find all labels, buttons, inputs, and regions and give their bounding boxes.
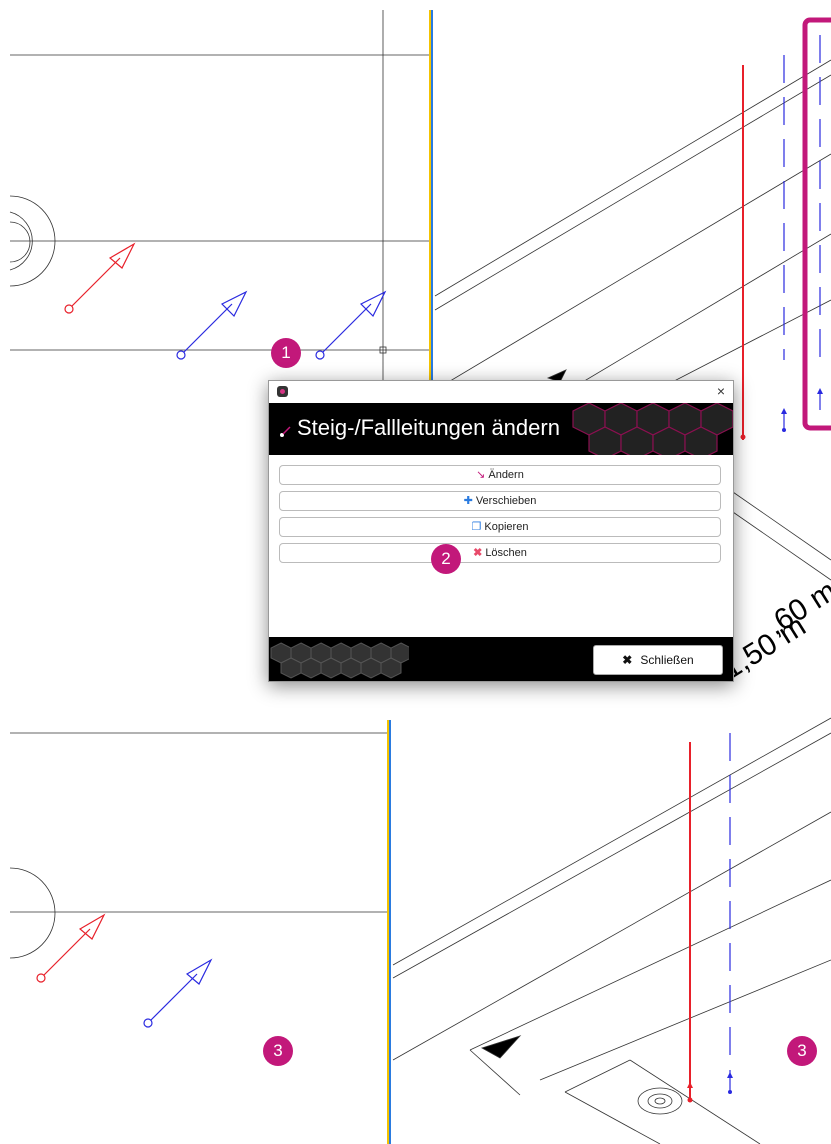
top-left-plan — [9, 10, 432, 380]
close-x-icon: ✖ — [622, 653, 633, 667]
close-button[interactable]: ✖ Schließen — [593, 645, 723, 675]
copy-button[interactable]: ❐ Kopieren — [279, 517, 721, 537]
red-pipe-symbol-bottom — [36, 913, 106, 983]
dialog-title: Steig-/Fallleitungen ändern — [297, 415, 560, 440]
move-button[interactable]: ✚ Verschieben — [279, 491, 721, 511]
callout-3-right: 3 — [787, 1036, 817, 1066]
change-button[interactable]: ↘ Ändern — [279, 465, 721, 485]
blue-pipe-symbol-top-1 — [176, 290, 248, 360]
dialog-titlebar: × — [269, 381, 733, 403]
move-button-label: Verschieben — [475, 495, 537, 507]
footer-hexagon-pattern — [270, 642, 409, 679]
selection-highlight-box — [802, 17, 831, 431]
red-pipe-symbol-top — [64, 242, 136, 314]
blue-pipe-symbol-top-2 — [315, 290, 387, 360]
riser-edit-dialog: × Steig-/Fallleitungen ändern ↘ Ändern ✚… — [268, 380, 734, 682]
blue-pipe-symbol-bottom — [143, 958, 213, 1028]
app-logo-icon — [277, 386, 288, 397]
edit-pipe-icon: ↘ — [476, 469, 486, 481]
delete-button[interactable]: ✖ Löschen — [279, 543, 721, 563]
bottom-left-plan — [9, 732, 388, 959]
bottom-right-iso — [392, 717, 831, 1144]
callout-1: 1 — [271, 338, 301, 368]
riser-icon — [279, 425, 291, 443]
close-button-label: Schließen — [640, 653, 694, 667]
copy-icon: ❐ — [471, 521, 482, 533]
callout-2: 2 — [431, 544, 461, 574]
copy-button-label: Kopieren — [484, 521, 529, 533]
close-icon[interactable]: × — [717, 383, 725, 399]
dialog-header: Steig-/Fallleitungen ändern — [269, 403, 733, 455]
delete-button-label: Löschen — [485, 547, 527, 559]
move-icon: ✚ — [463, 495, 473, 507]
change-button-label: Ändern — [488, 469, 524, 481]
callout-3-left: 3 — [263, 1036, 293, 1066]
divider-bottom — [389, 720, 391, 1144]
delete-icon: ✖ — [473, 547, 483, 559]
dialog-footer: ✖ Schließen — [269, 637, 733, 681]
dialog-body: ↘ Ändern ✚ Verschieben ❐ Kopieren ✖ Löschen — [269, 455, 733, 631]
